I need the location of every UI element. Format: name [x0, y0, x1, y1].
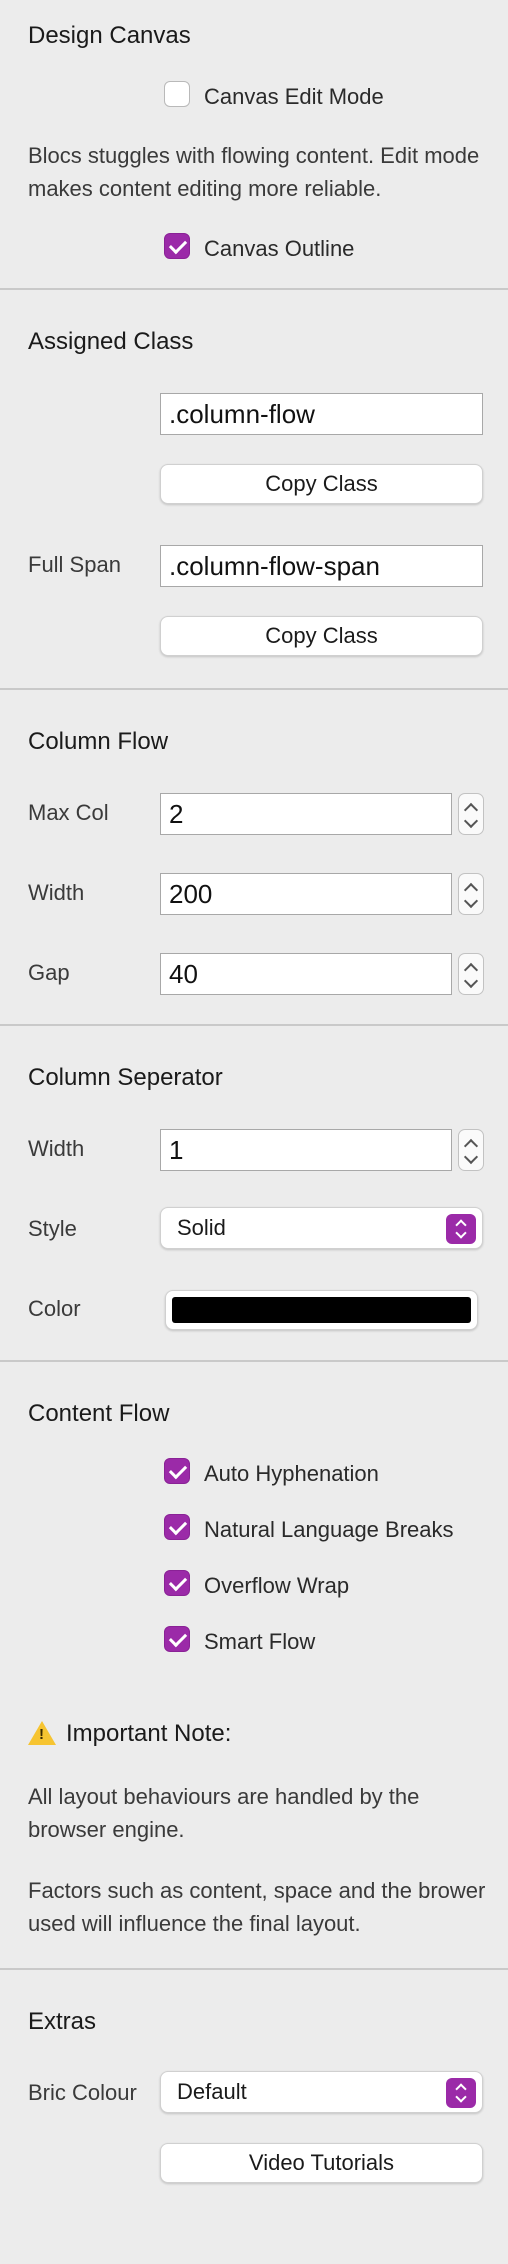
separator-width-stepper[interactable] — [458, 1129, 484, 1171]
note-paragraph-1: All layout behaviours are handled by the… — [28, 1784, 420, 1842]
column-width-input[interactable]: 200 — [160, 873, 452, 915]
smart-flow-checkbox[interactable] — [164, 1626, 190, 1652]
divider — [0, 1968, 508, 1970]
divider — [0, 1360, 508, 1362]
column-width-stepper[interactable] — [458, 873, 484, 915]
gap-stepper[interactable] — [458, 953, 484, 995]
separator-style-label: Style — [28, 1216, 77, 1241]
section-title-column-flow: Column Flow — [28, 728, 169, 755]
width-label: Width — [28, 880, 85, 905]
bric-colour-value: Default — [177, 2079, 247, 2104]
video-tutorials-button[interactable]: Video Tutorials — [160, 2143, 483, 2183]
max-col-input[interactable]: 2 — [160, 793, 452, 835]
separator-style-select[interactable]: Solid — [160, 1207, 483, 1249]
gap-label: Gap — [28, 960, 70, 985]
assigned-class-field[interactable]: .column-flow — [160, 393, 483, 435]
separator-width-input[interactable]: 1 — [160, 1129, 452, 1171]
section-title-extras: Extras — [28, 2008, 97, 2035]
natural-language-breaks-label: Natural Language Breaks — [204, 1517, 454, 1542]
max-col-label: Max Col — [28, 800, 109, 825]
bric-colour-label: Bric Colour — [28, 2080, 137, 2105]
gap-input[interactable]: 40 — [160, 953, 452, 995]
separator-width-label: Width — [28, 1136, 85, 1161]
smart-flow-label: Smart Flow — [204, 1629, 316, 1654]
note-paragraph-2: Factors such as content, space and the b… — [28, 1878, 486, 1936]
important-note-title: Important Note: — [66, 1720, 232, 1747]
separator-style-value: Solid — [177, 1215, 226, 1240]
full-span-class-field[interactable]: .column-flow-span — [160, 545, 483, 587]
canvas-outline-checkbox[interactable] — [164, 233, 190, 259]
separator-color-label: Color — [28, 1296, 81, 1321]
design-canvas-note: Blocs stuggles with flowing content. Edi… — [28, 143, 480, 201]
color-swatch — [172, 1297, 471, 1323]
divider — [0, 688, 508, 690]
warning-icon: ! — [28, 1721, 56, 1745]
select-arrows-icon — [446, 2078, 476, 2108]
full-span-label: Full Span — [28, 552, 121, 577]
copy-full-span-class-button[interactable]: Copy Class — [160, 616, 483, 656]
overflow-wrap-label: Overflow Wrap — [204, 1573, 350, 1598]
separator-color-well[interactable] — [165, 1290, 478, 1330]
bric-colour-select[interactable]: Default — [160, 2071, 483, 2113]
divider — [0, 288, 508, 290]
section-title-content-flow: Content Flow — [28, 1400, 170, 1427]
overflow-wrap-checkbox[interactable] — [164, 1570, 190, 1596]
select-arrows-icon — [446, 1214, 476, 1244]
canvas-edit-mode-checkbox[interactable] — [164, 81, 190, 107]
auto-hyphenation-checkbox[interactable] — [164, 1458, 190, 1484]
copy-class-button[interactable]: Copy Class — [160, 464, 483, 504]
divider — [0, 1024, 508, 1026]
max-col-stepper[interactable] — [458, 793, 484, 835]
canvas-outline-label: Canvas Outline — [204, 236, 355, 261]
section-title-assigned-class: Assigned Class — [28, 328, 194, 355]
canvas-edit-mode-label: Canvas Edit Mode — [204, 84, 384, 109]
section-title-column-separator: Column Seperator — [28, 1064, 223, 1091]
auto-hyphenation-label: Auto Hyphenation — [204, 1461, 379, 1486]
section-title-design-canvas: Design Canvas — [28, 22, 191, 49]
natural-language-breaks-checkbox[interactable] — [164, 1514, 190, 1540]
